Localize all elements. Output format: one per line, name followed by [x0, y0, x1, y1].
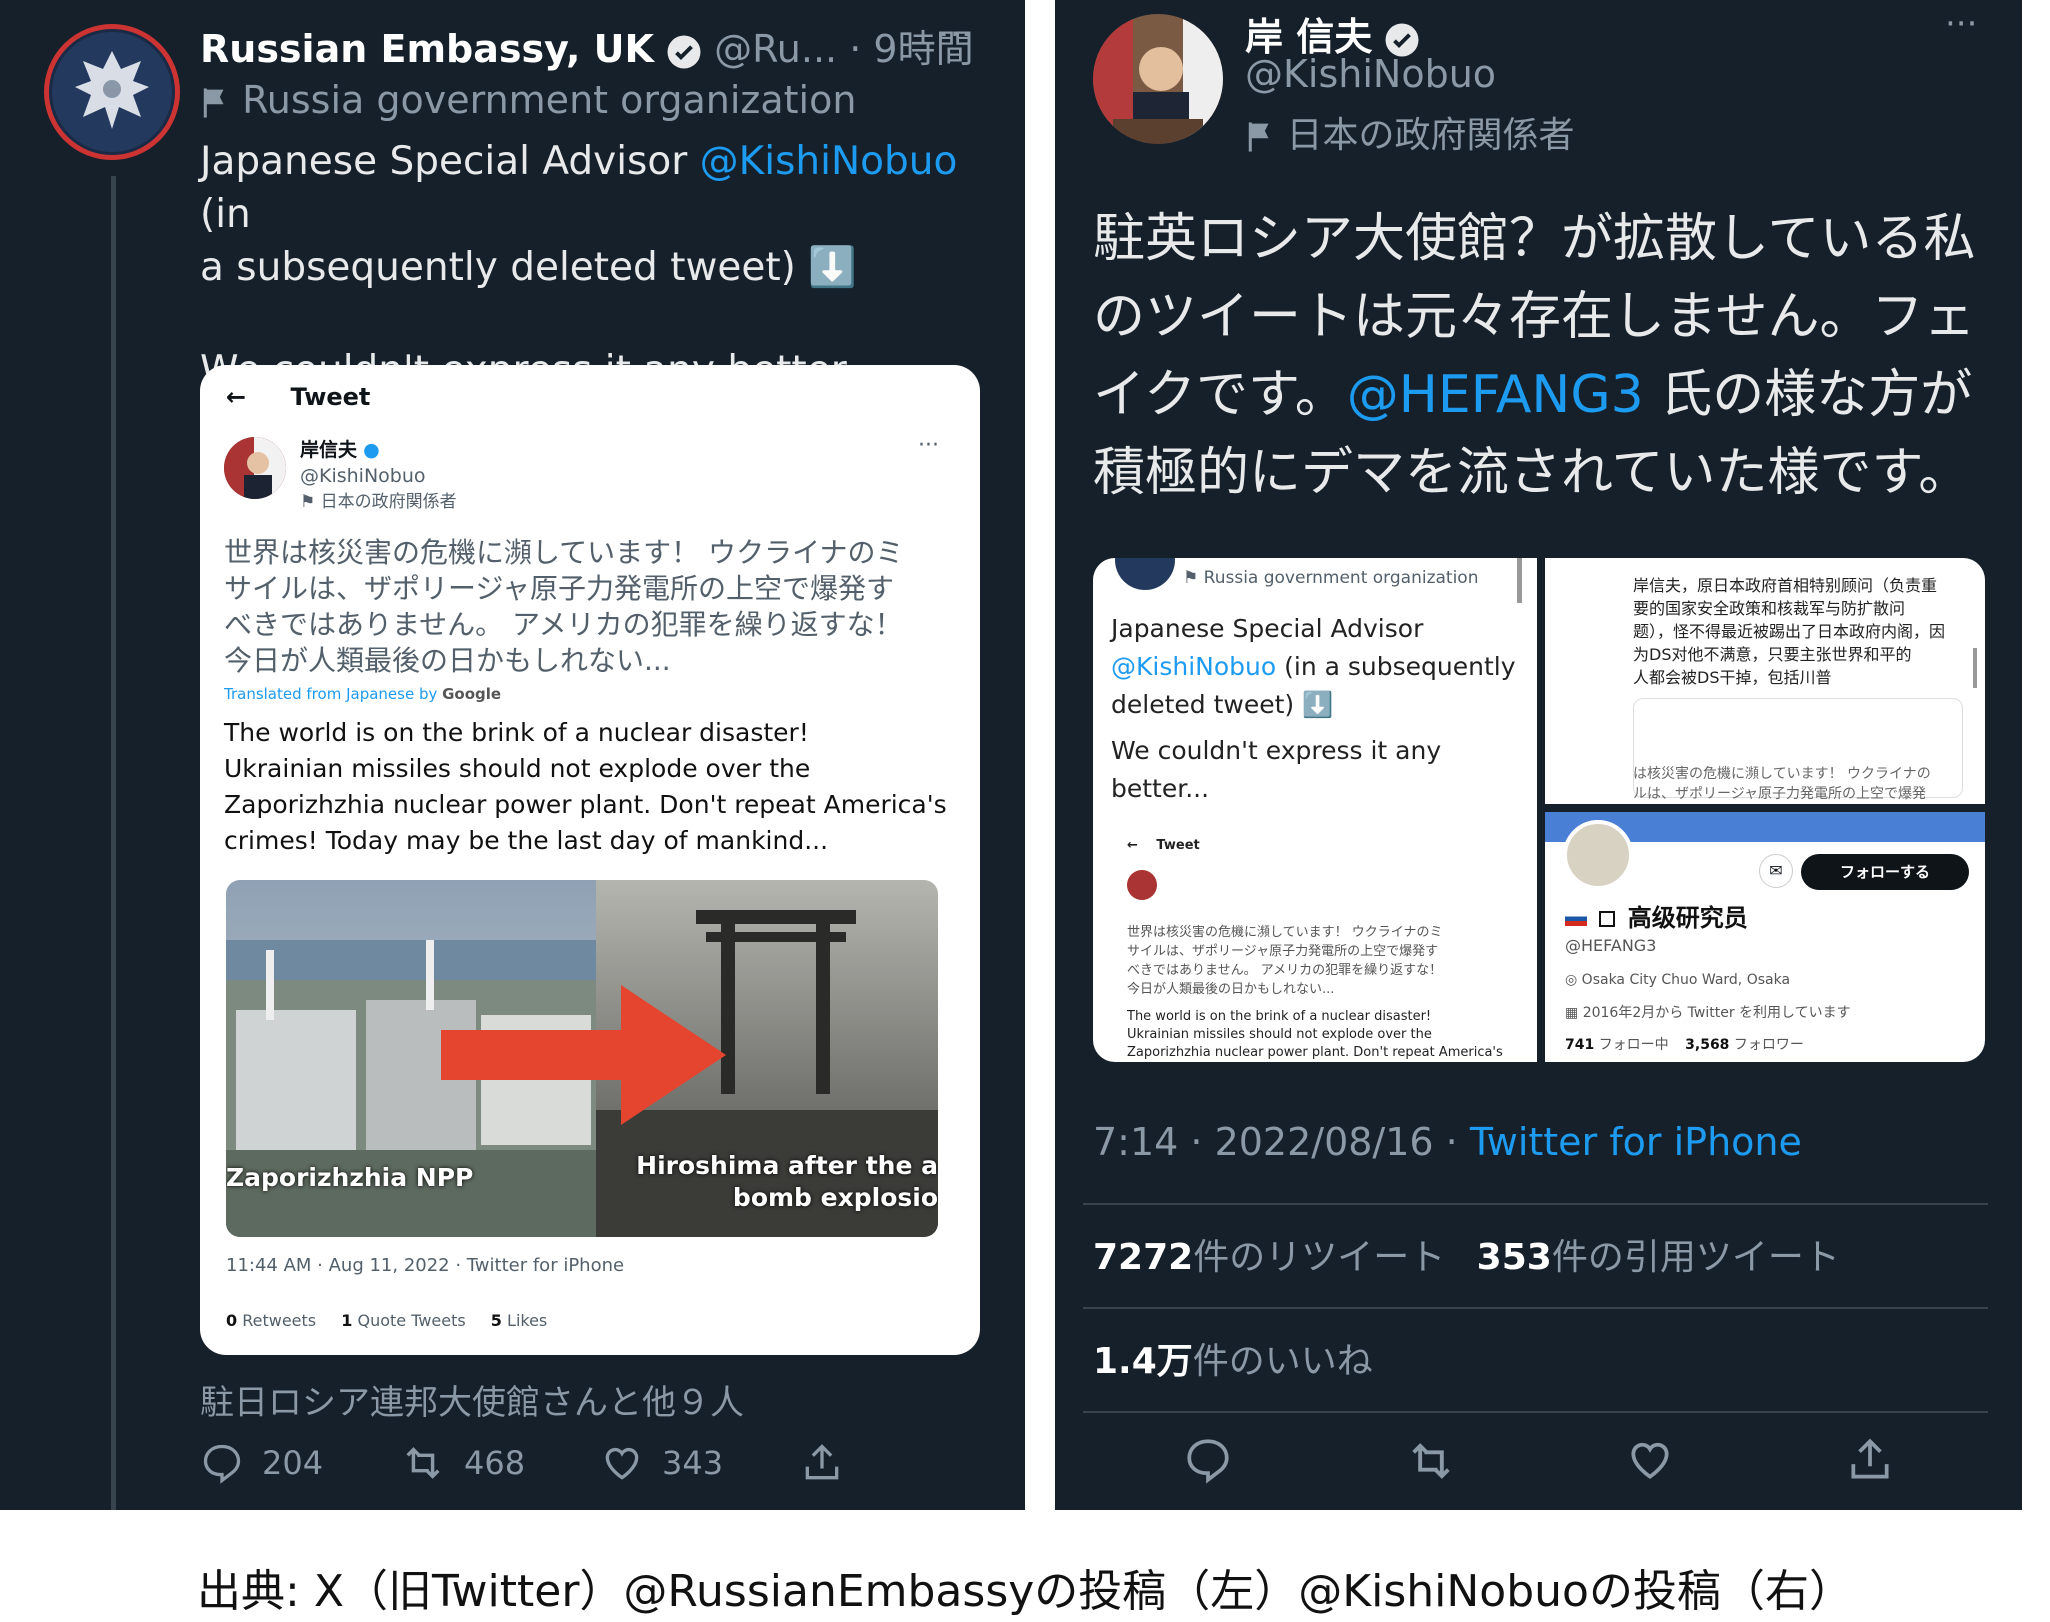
embedded-comparison-image[interactable]: Zaporizhzhia NPP Hiroshima after the a b…	[226, 880, 938, 1237]
flag-icon	[1248, 122, 1269, 152]
kishi-avatar[interactable]	[1093, 14, 1223, 144]
thread-line	[111, 176, 116, 1510]
flag-icon: ⚑	[300, 492, 321, 512]
share-icon[interactable]	[1845, 1435, 1895, 1485]
double-headed-eagle-icon	[52, 32, 172, 152]
embedded-more-icon: ···	[918, 433, 939, 458]
tweet-text: Japanese Special Advisor @KishiNobuo (in…	[200, 139, 958, 393]
box-icon	[1599, 911, 1616, 927]
google-logo: Google	[442, 685, 502, 703]
right-tweet-screenshot: 岸 信夫 @KishiNobuo 日本の政府関係者 ··· 駐英ロシア大使館？が…	[1055, 0, 2022, 1510]
profile-name: 高级研究员	[1627, 904, 1748, 932]
embassy-avatar[interactable]	[44, 24, 180, 160]
hefang-avatar	[1563, 820, 1633, 890]
location-icon: ◎	[1565, 972, 1582, 988]
affiliation-label: Russia government organization	[242, 78, 857, 122]
action-bar: 204 468 343	[200, 1440, 844, 1486]
tweet-text: 駐英ロシア大使館？が拡散している私 のツイートは元々存在しません。フェ イクです…	[1093, 209, 1976, 503]
author-handle[interactable]: @KishiNobuo	[1245, 52, 1496, 96]
retweet-icon[interactable]	[1405, 1435, 1457, 1487]
follow-button: フォローする	[1801, 854, 1969, 890]
flag-icon: ⚑	[1183, 568, 1204, 588]
retweet-button[interactable]: 468	[400, 1440, 600, 1486]
flag-icon	[203, 87, 224, 118]
author-name[interactable]: Russian Embassy, UK	[200, 27, 654, 71]
share-icon	[805, 1444, 839, 1480]
reply-icon	[203, 1444, 241, 1484]
kishi-avatar-small	[224, 437, 286, 499]
more-options-button[interactable]: ···	[938, 14, 972, 55]
tweet-timestamp[interactable]: 7:14 · 2022/08/16 ·	[1093, 1120, 1470, 1164]
embedded-meta: 11:44 AM · Aug 11, 2022 · Twitter for iP…	[226, 1255, 625, 1276]
scrollbar	[1973, 648, 1977, 688]
heart-icon[interactable]	[1625, 1435, 1675, 1485]
reply-button[interactable]: 204	[200, 1441, 400, 1485]
retweet-icon	[406, 1447, 440, 1479]
mention-link[interactable]: @KishiNobuo	[700, 139, 958, 184]
more-options-button[interactable]: ···	[1945, 4, 1977, 44]
mention-link[interactable]: @HEFANG3	[1347, 365, 1644, 425]
kishi-avatar-tiny	[1127, 870, 1157, 900]
reply-icon[interactable]	[1183, 1435, 1233, 1485]
heart-icon	[605, 1448, 639, 1480]
verified-badge-icon	[667, 35, 701, 68]
attached-image-1[interactable]: ⚑ Russia government organization Japanes…	[1093, 558, 1537, 1062]
affiliation-label: 日本の政府関係者	[1286, 115, 1575, 156]
source-caption: 出典: X（旧Twitter）@RussianEmbassyの投稿（左）@Kis…	[197, 1566, 1853, 1617]
kishi-portrait-image	[1093, 14, 1223, 144]
embedded-jp-text: 世界は核災害の危機に瀕しています！ ウクライナのミ サイルは、ザポリージャ原子力…	[224, 536, 904, 677]
embedded-stats: 0 Retweets 1 Quote Tweets 5 Likes	[226, 1311, 548, 1330]
attached-image-2[interactable]: 岸信夫，原日本政府首相特别顾问（负责重 要的国家安全政策和核裁军与防扩散问 题）…	[1545, 558, 1985, 804]
retweet-counts: 7272件のリツイート 353件の引用ツイート	[1093, 1237, 1840, 1278]
image-label-right: Hiroshima after the a bomb explosio	[636, 1151, 938, 1212]
embassy-avatar-mini	[1115, 558, 1175, 590]
left-tweet-screenshot: Russian Embassy, UK @Ru... · 9時間 ··· Rus…	[0, 0, 1025, 1510]
embedded-tweet-screenshot[interactable]: ← Tweet 岸信夫 ● @KishiNobuo ⚑ 日本の政府関係者 ···…	[200, 365, 980, 1355]
tweet-source-link[interactable]: Twitter for iPhone	[1470, 1120, 1802, 1164]
message-icon: ✉	[1759, 854, 1793, 888]
embedded-author-name: 岸信夫	[300, 439, 358, 461]
image-label-left: Zaporizhzhia NPP	[226, 1163, 474, 1192]
divider	[1083, 1307, 1988, 1309]
embedded-handle: @KishiNobuo	[300, 465, 426, 487]
author-handle[interactable]: @Ru...	[714, 27, 837, 71]
calendar-icon: ▦	[1565, 1005, 1583, 1021]
attached-image-3[interactable]: ✉ フォローする 高级研究员 @HEFANG3 ◎ Osaka City Chu…	[1545, 812, 1985, 1062]
divider	[1083, 1411, 1988, 1413]
liked-by-text[interactable]: 駐日ロシア連邦大使館さんと他９人	[200, 1375, 744, 1424]
profile-handle: @HEFANG3	[1565, 936, 1657, 955]
divider	[1083, 1203, 1988, 1205]
embedded-header: Tweet	[290, 383, 371, 411]
like-button[interactable]: 343	[600, 1441, 800, 1485]
share-button[interactable]	[800, 1441, 844, 1485]
verified-badge-icon: ●	[363, 439, 380, 461]
embedded-en-text: The world is on the brink of a nuclear d…	[224, 718, 947, 855]
scrollbar	[1517, 558, 1522, 603]
like-count: 1.4万件のいいね	[1093, 1341, 1373, 1382]
russia-flag-icon	[1565, 912, 1587, 926]
back-arrow-icon[interactable]: ←	[226, 383, 246, 411]
